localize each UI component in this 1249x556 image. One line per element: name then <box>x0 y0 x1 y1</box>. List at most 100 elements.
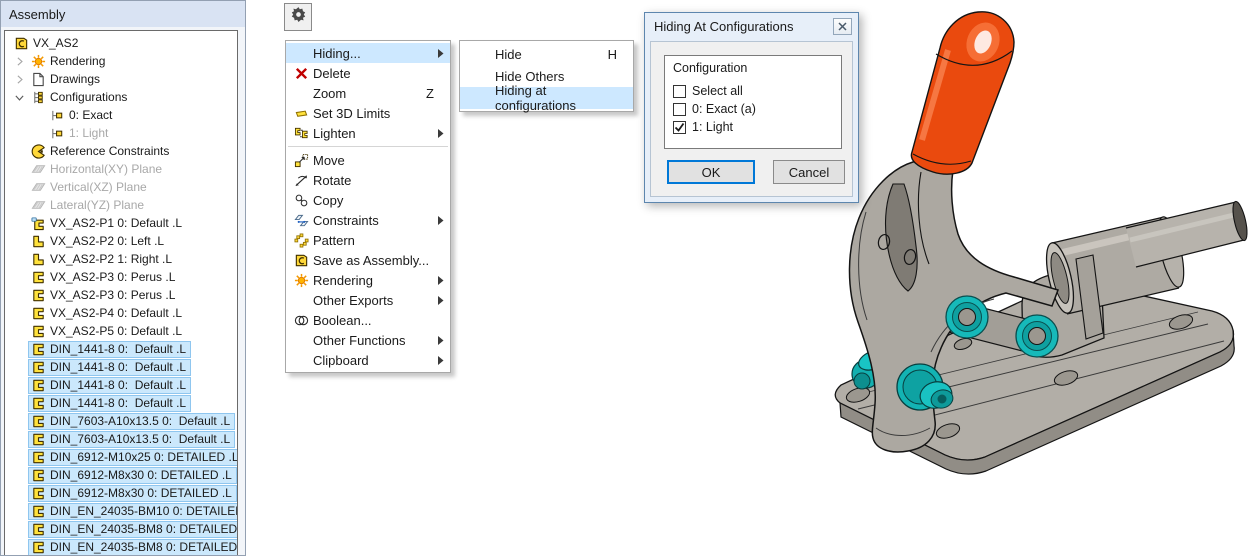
menu-item-lighten[interactable]: Lighten <box>286 123 450 143</box>
tree-item[interactable]: VX_AS2-P2 1: Right .L <box>5 250 237 268</box>
tree-item-label: VX_AS2-P2 1: Right .L <box>50 252 172 266</box>
menu-item-move[interactable]: Move <box>286 150 450 170</box>
tree-item[interactable]: Lateral(YZ) Plane <box>5 196 237 214</box>
menu-item-clipboard[interactable]: Clipboard <box>286 350 450 370</box>
checkbox-row[interactable]: 0: Exact (a) <box>673 100 841 118</box>
tree-item[interactable]: 1: Light <box>5 124 237 142</box>
checkbox[interactable] <box>673 103 686 116</box>
3d-viewport[interactable] <box>820 0 1249 556</box>
part-icon <box>30 341 47 357</box>
menu-item-rendering[interactable]: Rendering <box>286 270 450 290</box>
model-rod[interactable] <box>1126 200 1249 267</box>
chevron-right-icon[interactable] <box>11 71 28 87</box>
tree-item-label: 0: Exact <box>69 108 112 122</box>
tree-item[interactable]: Configurations <box>5 88 237 106</box>
tree-item[interactable]: DIN_EN_24035-BM8 0: DETAILED .L <box>5 538 237 555</box>
tree-item-label: Lateral(YZ) Plane <box>50 198 144 212</box>
model-handle[interactable] <box>911 12 1014 174</box>
assembly-panel-title: Assembly <box>1 1 245 27</box>
tree-item-content: DIN_1441-8 0: Default .L <box>28 377 191 394</box>
tree-item[interactable]: DIN_EN_24035-BM10 0: DETAILED .L <box>5 502 237 520</box>
menu-item-constraints[interactable]: Constraints <box>286 210 450 230</box>
tree-item[interactable]: Rendering <box>5 52 237 70</box>
tree-item[interactable]: DIN_1441-8 0: Default .L <box>5 376 237 394</box>
menu-item-pattern[interactable]: Pattern <box>286 230 450 250</box>
tree-item-content: VX_AS2-P2 0: Left .L <box>28 233 169 250</box>
tree-item-label: Reference Constraints <box>50 144 169 158</box>
tree-item[interactable]: DIN_6912-M10x25 0: DETAILED .L <box>5 448 237 466</box>
checkbox-label: 0: Exact (a) <box>692 102 756 116</box>
menu-item-hiding-at-configurations[interactable]: Hiding at configurations <box>460 87 633 109</box>
checkbox-row[interactable]: 1: Light <box>673 118 841 136</box>
tree-item-label: VX_AS2-P2 0: Left .L <box>50 234 164 248</box>
tree-item-content: Vertical(XZ) Plane <box>28 179 152 196</box>
menu-shortcut: Z <box>426 86 434 101</box>
menu-item-label: Hide <box>495 47 608 62</box>
menu-item-zoom[interactable]: ZoomZ <box>286 83 450 103</box>
dialog-title: Hiding At Configurations <box>654 19 833 34</box>
menu-item-hiding[interactable]: Hiding... <box>286 43 450 63</box>
checkbox[interactable] <box>673 85 686 98</box>
tree-item[interactable]: DIN_1441-8 0: Default .L <box>5 394 237 412</box>
tree-item[interactable]: DIN_1441-8 0: Default .L <box>5 340 237 358</box>
menu-item-set-3d-limits[interactable]: Set 3D Limits <box>286 103 450 123</box>
tree-item[interactable]: Drawings <box>5 70 237 88</box>
chevron-right-icon[interactable] <box>11 53 28 69</box>
tree-item-label: DIN_6912-M8x30 0: DETAILED .L <box>50 468 232 482</box>
part-icon <box>30 413 47 429</box>
hiding-submenu: HideHHide OthersHiding at configurations <box>459 40 634 112</box>
tree-item[interactable]: VX_AS2-P4 0: Default .L <box>5 304 237 322</box>
tree-item-label: DIN_6912-M8x30 0: DETAILED .L <box>50 486 232 500</box>
dialog-titlebar[interactable]: Hiding At Configurations <box>645 13 858 40</box>
menu-item-copy[interactable]: Copy <box>286 190 450 210</box>
menu-item-other-functions[interactable]: Other Functions <box>286 330 450 350</box>
tree-item-content: DIN_6912-M8x30 0: DETAILED .L <box>28 485 237 502</box>
checkbox-row[interactable]: Select all <box>673 82 841 100</box>
tree-item[interactable]: Horizontal(XY) Plane <box>5 160 237 178</box>
part-icon <box>30 539 47 555</box>
tree-item[interactable]: DIN_1441-8 0: Default .L <box>5 358 237 376</box>
model-fastener-bearing-a[interactable] <box>946 296 988 338</box>
menu-item-boolean[interactable]: Boolean... <box>286 310 450 330</box>
menu-item-hide[interactable]: HideH <box>460 43 633 65</box>
close-icon <box>838 19 847 34</box>
part-icon <box>30 377 47 393</box>
dialog-close-button[interactable] <box>833 18 852 35</box>
tree-item[interactable]: DIN_7603-A10x13.5 0: Default .L <box>5 412 237 430</box>
application-window: Assembly VX_AS2RenderingDrawingsConfigur… <box>0 0 1249 556</box>
tree-item[interactable]: DIN_7603-A10x13.5 0: Default .L <box>5 430 237 448</box>
tree-item[interactable]: VX_AS2-P3 0: Perus .L <box>5 268 237 286</box>
submenu-arrow-icon <box>434 336 444 345</box>
menu-item-other-exports[interactable]: Other Exports <box>286 290 450 310</box>
tree-item[interactable]: VX_AS2-P5 0: Default .L <box>5 322 237 340</box>
checkbox[interactable] <box>673 121 686 134</box>
tree-item[interactable]: Vertical(XZ) Plane <box>5 178 237 196</box>
submenu-arrow-icon <box>434 356 444 365</box>
menu-item-delete[interactable]: Delete <box>286 63 450 83</box>
ok-button[interactable]: OK <box>667 160 755 184</box>
configuration-column-header: Configuration <box>673 61 841 75</box>
menu-item-save-as-assembly[interactable]: Save as Assembly... <box>286 250 450 270</box>
menu-shortcut: H <box>608 47 617 62</box>
gear-button[interactable] <box>284 3 312 31</box>
tree-item[interactable]: VX_AS2-P2 0: Left .L <box>5 232 237 250</box>
tree-item-content: DIN_EN_24035-BM8 0: DETAILED .L <box>28 521 238 538</box>
tree-item[interactable]: 0: Exact <box>5 106 237 124</box>
menu-item-label: Zoom <box>313 86 426 101</box>
page-icon <box>30 71 47 87</box>
tree-item[interactable]: VX_AS2 <box>5 34 237 52</box>
tree-item-label: Drawings <box>50 72 100 86</box>
model-fastener-bearing-b[interactable] <box>1016 315 1058 357</box>
tree-item[interactable]: DIN_EN_24035-BM8 0: DETAILED .L <box>5 520 237 538</box>
tree-item[interactable]: VX_AS2-P1 0: Default .L <box>5 214 237 232</box>
reference-constraints-icon <box>30 143 47 159</box>
tree-item[interactable]: VX_AS2-P3 0: Perus .L <box>5 286 237 304</box>
configuration-item-icon <box>49 125 66 141</box>
tree-item[interactable]: DIN_6912-M8x30 0: DETAILED .L <box>5 466 237 484</box>
tree-item[interactable]: DIN_6912-M8x30 0: DETAILED .L <box>5 484 237 502</box>
checkbox-label: Select all <box>692 84 743 98</box>
tree-item[interactable]: Reference Constraints <box>5 142 237 160</box>
menu-item-rotate[interactable]: Rotate <box>286 170 450 190</box>
cancel-button[interactable]: Cancel <box>773 160 845 184</box>
chevron-down-icon[interactable] <box>11 89 28 105</box>
